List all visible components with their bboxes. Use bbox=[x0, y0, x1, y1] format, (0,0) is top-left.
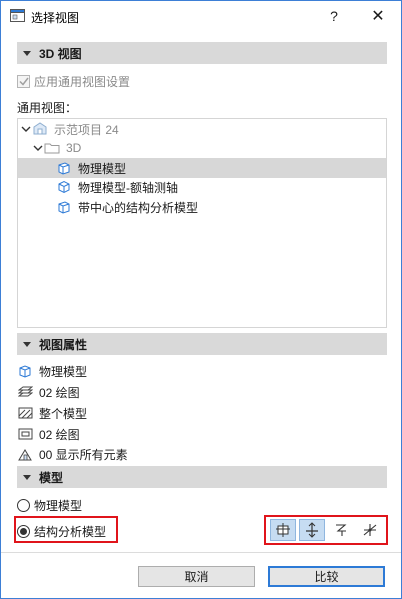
collapse-triangle-icon bbox=[23, 50, 31, 56]
dialog-body: 3D 视图 应用通用视图设置 通用视图： 示范项目 24 3D 物理模型 物理模… bbox=[1, 32, 401, 598]
chevron-down-icon[interactable] bbox=[32, 142, 44, 154]
window-icon bbox=[10, 9, 25, 22]
property-pen-set: 02 绘图 bbox=[17, 425, 80, 443]
model-icon bbox=[17, 364, 33, 378]
highlight-box bbox=[14, 516, 118, 543]
property-label: 02 绘图 bbox=[39, 385, 80, 400]
pen-set-icon bbox=[17, 427, 33, 441]
property-model-view: 物理模型 bbox=[17, 362, 87, 380]
general-views-label: 通用视图： bbox=[17, 101, 78, 115]
highlight-box bbox=[264, 515, 388, 545]
select-view-dialog: 选择视图 ? ✕ 3D 视图 应用通用视图设置 通用视图： 示范项目 24 3D… bbox=[0, 0, 402, 599]
apply-general-view-setting[interactable]: 应用通用视图设置 bbox=[17, 73, 130, 90]
tree-item-label: 物理模型-额轴测轴 bbox=[78, 180, 178, 195]
radio-label: 物理模型 bbox=[34, 498, 83, 513]
section-header-model[interactable]: 模型 bbox=[17, 466, 387, 488]
section-title: 模型 bbox=[39, 470, 64, 485]
chevron-down-icon[interactable] bbox=[20, 123, 32, 135]
axon-icon bbox=[56, 179, 72, 195]
tree-item-label: 物理模型 bbox=[78, 161, 127, 176]
property-renovation-filter: 00 显示所有元素 bbox=[17, 445, 128, 463]
renovation-icon bbox=[17, 447, 33, 461]
collapse-triangle-icon bbox=[23, 341, 31, 347]
filter-icon bbox=[17, 406, 33, 420]
property-label: 00 显示所有元素 bbox=[39, 447, 128, 462]
check-icon bbox=[18, 77, 29, 86]
apply-checkbox[interactable] bbox=[17, 75, 30, 88]
project-icon bbox=[32, 121, 48, 137]
property-layer-combination: 02 绘图 bbox=[17, 383, 80, 401]
tree-item-label: 带中心的结构分析模型 bbox=[78, 200, 199, 215]
view-3d-icon bbox=[56, 199, 72, 215]
property-label: 02 绘图 bbox=[39, 427, 80, 442]
radio-physical-model[interactable]: 物理模型 bbox=[17, 495, 82, 515]
close-button[interactable]: ✕ bbox=[363, 4, 393, 28]
compare-button[interactable]: 比较 bbox=[268, 566, 385, 587]
apply-checkbox-label: 应用通用视图设置 bbox=[34, 75, 131, 89]
radio-button[interactable] bbox=[17, 498, 30, 512]
tree-item-3d-folder[interactable]: 3D bbox=[18, 138, 386, 158]
property-label: 整个模型 bbox=[39, 406, 88, 421]
section-title: 视图属性 bbox=[39, 337, 88, 352]
property-label: 物理模型 bbox=[39, 364, 88, 379]
tree-item-label: 3D bbox=[66, 141, 82, 155]
title-bar: 选择视图 ? ✕ bbox=[1, 1, 401, 32]
tree-item-project[interactable]: 示范项目 24 bbox=[18, 119, 386, 139]
view-3d-icon bbox=[56, 160, 72, 176]
cancel-button[interactable]: 取消 bbox=[138, 566, 255, 587]
footer-divider bbox=[1, 552, 401, 553]
layer-icon bbox=[17, 385, 33, 399]
folder-icon bbox=[44, 140, 60, 156]
view-tree[interactable]: 示范项目 24 3D 物理模型 物理模型-额轴测轴 带中心的结构分析模型 bbox=[17, 118, 387, 328]
section-title: 3D 视图 bbox=[39, 46, 82, 61]
tree-item-physical-model-axon[interactable]: 物理模型-额轴测轴 bbox=[18, 177, 386, 197]
section-header-view-properties[interactable]: 视图属性 bbox=[17, 333, 387, 355]
tree-item-structural-analysis-center[interactable]: 带中心的结构分析模型 bbox=[18, 197, 386, 217]
tree-item-physical-model[interactable]: 物理模型 bbox=[18, 158, 386, 178]
window-title: 选择视图 bbox=[31, 11, 80, 25]
collapse-triangle-icon bbox=[23, 474, 31, 480]
tree-item-label: 示范项目 24 bbox=[54, 122, 119, 137]
property-model-filter: 整个模型 bbox=[17, 404, 87, 422]
help-button[interactable]: ? bbox=[321, 4, 347, 28]
section-header-3d-view[interactable]: 3D 视图 bbox=[17, 42, 387, 64]
